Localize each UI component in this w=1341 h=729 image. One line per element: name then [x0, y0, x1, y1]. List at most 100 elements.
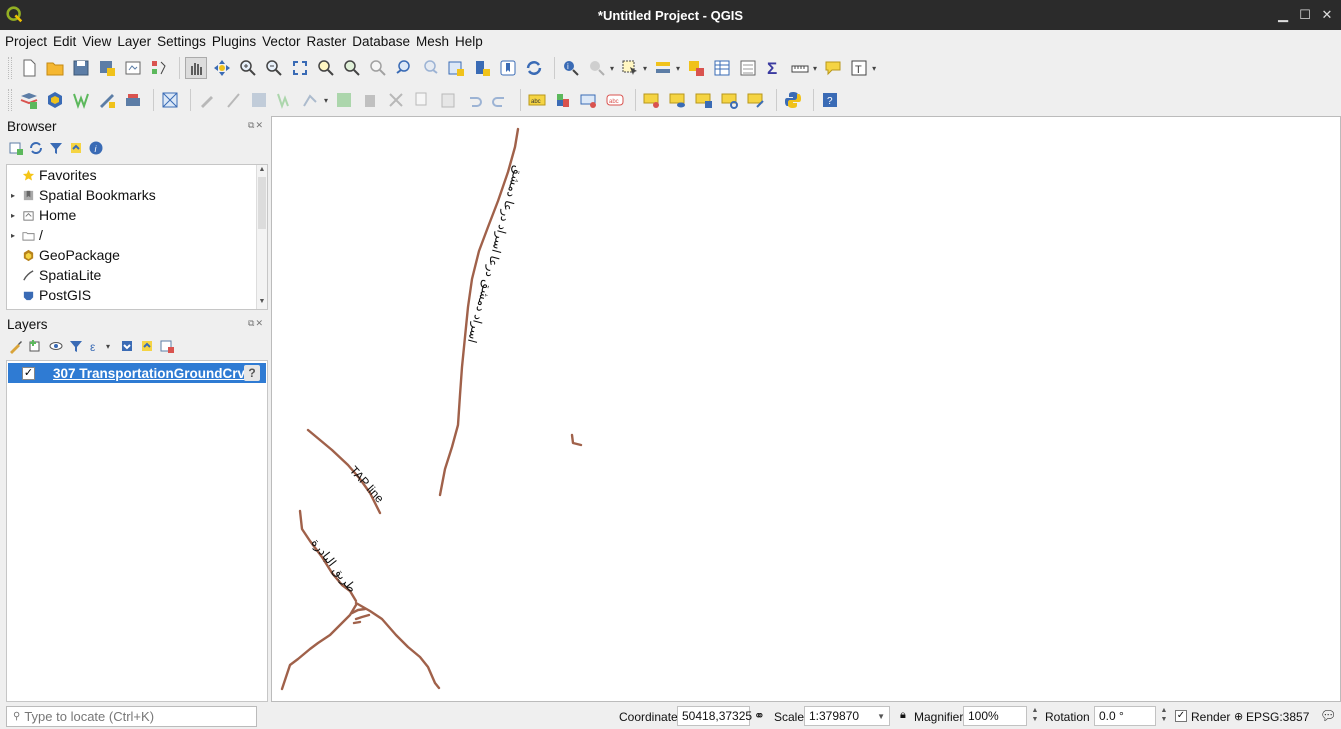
new-3d-view-icon[interactable]	[471, 57, 493, 79]
new-project-icon[interactable]	[18, 57, 40, 79]
pan-hand-icon[interactable]	[185, 57, 207, 79]
open-project-icon[interactable]	[44, 57, 66, 79]
minimize-icon[interactable]: ▁	[1277, 7, 1289, 23]
new-temporary-layer-icon[interactable]	[96, 89, 118, 111]
browser-item-root[interactable]: ▸ /	[7, 225, 267, 245]
new-map-view-icon[interactable]	[445, 57, 467, 79]
filter-by-expression-icon[interactable]: ε	[88, 338, 104, 354]
panel-float-close-icon[interactable]: ⧉✕	[248, 318, 264, 329]
browser-item-postgis[interactable]: PostGIS	[7, 285, 267, 305]
save-project-icon[interactable]	[70, 57, 92, 79]
redo-icon[interactable]	[489, 89, 511, 111]
collapse-all-icon[interactable]	[68, 140, 84, 156]
pin-labels-icon[interactable]	[641, 89, 663, 111]
zoom-last-icon[interactable]	[393, 57, 415, 79]
menu-settings[interactable]: Settings	[157, 34, 206, 49]
data-source-manager-icon[interactable]	[18, 89, 40, 111]
coordinate-field[interactable]: 50418,37325	[677, 706, 752, 726]
paste-features-icon[interactable]	[437, 89, 459, 111]
chevron-down-icon[interactable]: ▼	[877, 712, 885, 721]
delete-selected-icon[interactable]	[359, 89, 381, 111]
collapse-all-layers-icon[interactable]	[139, 338, 155, 354]
map-tips-icon[interactable]	[822, 57, 844, 79]
filter-browser-icon[interactable]	[48, 140, 64, 156]
save-edits-icon[interactable]	[248, 89, 270, 111]
python-console-icon[interactable]	[782, 89, 804, 111]
expand-arrow-icon[interactable]: ▸	[11, 211, 21, 220]
branch-southwest-line[interactable]	[280, 603, 358, 691]
tap-line-pipeline[interactable]	[306, 428, 382, 515]
deselect-all-icon[interactable]	[685, 57, 707, 79]
crs-label[interactable]: EPSG:3857	[1246, 710, 1309, 724]
text-annotation-icon[interactable]: T	[848, 57, 870, 79]
run-feature-action-icon[interactable]	[586, 57, 608, 79]
menu-raster[interactable]: Raster	[306, 34, 346, 49]
undo-icon[interactable]	[463, 89, 485, 111]
new-bookmark-icon[interactable]	[497, 57, 519, 79]
vertex-tool-icon[interactable]	[300, 89, 322, 111]
close-icon[interactable]: ✕	[1321, 7, 1333, 23]
locator-search-input[interactable]: ⚲ Type to locate (Ctrl+K)	[6, 706, 257, 727]
select-by-value-icon[interactable]	[652, 57, 674, 79]
menu-view[interactable]: View	[82, 34, 111, 49]
browser-item-spatialite[interactable]: SpatiaLite	[7, 265, 267, 285]
expand-arrow-icon[interactable]: ▸	[11, 191, 21, 200]
toggle-editing-icon[interactable]	[222, 89, 244, 111]
add-mesh-layer-icon[interactable]	[159, 89, 181, 111]
layer-diagram-icon[interactable]	[552, 89, 574, 111]
field-calculator-icon[interactable]	[737, 57, 759, 79]
add-group-icon[interactable]	[28, 338, 44, 354]
unplaced-labels-icon[interactable]: abc	[604, 89, 626, 111]
layers-tree[interactable]: ✓ 307 TransportationGroundCrv ?	[6, 360, 268, 702]
zoom-to-selection-icon[interactable]	[315, 57, 337, 79]
rotation-spinner-icon[interactable]: ▲ ▼	[1158, 706, 1170, 726]
filter-legend-icon[interactable]	[68, 338, 84, 354]
browser-item-favorites[interactable]: Favorites	[7, 165, 267, 185]
new-shapefile-layer-icon[interactable]	[70, 89, 92, 111]
properties-info-icon[interactable]: i	[88, 140, 104, 156]
panel-float-close-icon[interactable]: ⧉✕	[248, 120, 264, 131]
maximize-icon[interactable]: ☐	[1299, 7, 1311, 23]
browser-refresh-icon[interactable]	[28, 140, 44, 156]
layer-item[interactable]: ✓ 307 TransportationGroundCrv ?	[8, 363, 266, 383]
layer-warning-icon[interactable]: ?	[244, 365, 260, 381]
label-toolbar-icon[interactable]: abc	[526, 89, 548, 111]
attribute-table-icon[interactable]	[711, 57, 733, 79]
menu-help[interactable]: Help	[455, 34, 483, 49]
map-canvas[interactable]: اسراد دمشق درعا اسراد درعا دمشق TAP line…	[271, 116, 1341, 702]
crs-globe-icon[interactable]: ⊕	[1234, 710, 1243, 723]
magnifier-spinner-icon[interactable]: ▲ ▼	[1029, 706, 1041, 726]
move-label-icon[interactable]	[693, 89, 715, 111]
browser-tree[interactable]: Favorites ▸ Spatial Bookmarks ▸ Home ▸ /…	[6, 164, 268, 310]
layer-styling-icon[interactable]	[8, 338, 24, 354]
help-contents-icon[interactable]: ?	[819, 89, 841, 111]
rotation-field[interactable]: 0.0 °	[1094, 706, 1156, 726]
menu-project[interactable]: Project	[5, 34, 47, 49]
measure-icon[interactable]	[789, 57, 811, 79]
new-geopackage-layer-icon[interactable]	[44, 89, 66, 111]
style-manager-icon[interactable]	[148, 57, 170, 79]
messages-icon[interactable]: 💬︎	[1320, 708, 1337, 724]
menu-vector[interactable]: Vector	[262, 34, 300, 49]
toggle-extents-icon[interactable]: ⚭	[754, 708, 765, 724]
render-checkbox[interactable]: ✓	[1175, 710, 1187, 722]
toolbar-grip[interactable]	[8, 57, 12, 79]
menu-plugins[interactable]: Plugins	[212, 34, 256, 49]
scroll-thumb[interactable]	[258, 177, 266, 229]
current-edits-icon[interactable]	[196, 89, 218, 111]
isolated-segment-line[interactable]	[570, 433, 583, 447]
show-hide-labels-icon[interactable]	[667, 89, 689, 111]
manage-map-themes-icon[interactable]	[48, 338, 64, 354]
toolbar-grip[interactable]	[8, 89, 12, 111]
layer-visibility-checkbox[interactable]: ✓	[22, 366, 35, 380]
menu-edit[interactable]: Edit	[53, 34, 76, 49]
expand-all-icon[interactable]	[119, 338, 135, 354]
browser-item-home[interactable]: ▸ Home	[7, 205, 267, 225]
browser-item-geopackage[interactable]: GeoPackage	[7, 245, 267, 265]
select-features-icon[interactable]	[619, 57, 641, 79]
expand-arrow-icon[interactable]: ▸	[11, 231, 21, 240]
browser-item-spatial-bookmarks[interactable]: ▸ Spatial Bookmarks	[7, 185, 267, 205]
magnifier-field[interactable]: 100%	[963, 706, 1027, 726]
statistics-sigma-icon[interactable]: Σ	[763, 57, 785, 79]
pan-to-selection-icon[interactable]	[211, 57, 233, 79]
